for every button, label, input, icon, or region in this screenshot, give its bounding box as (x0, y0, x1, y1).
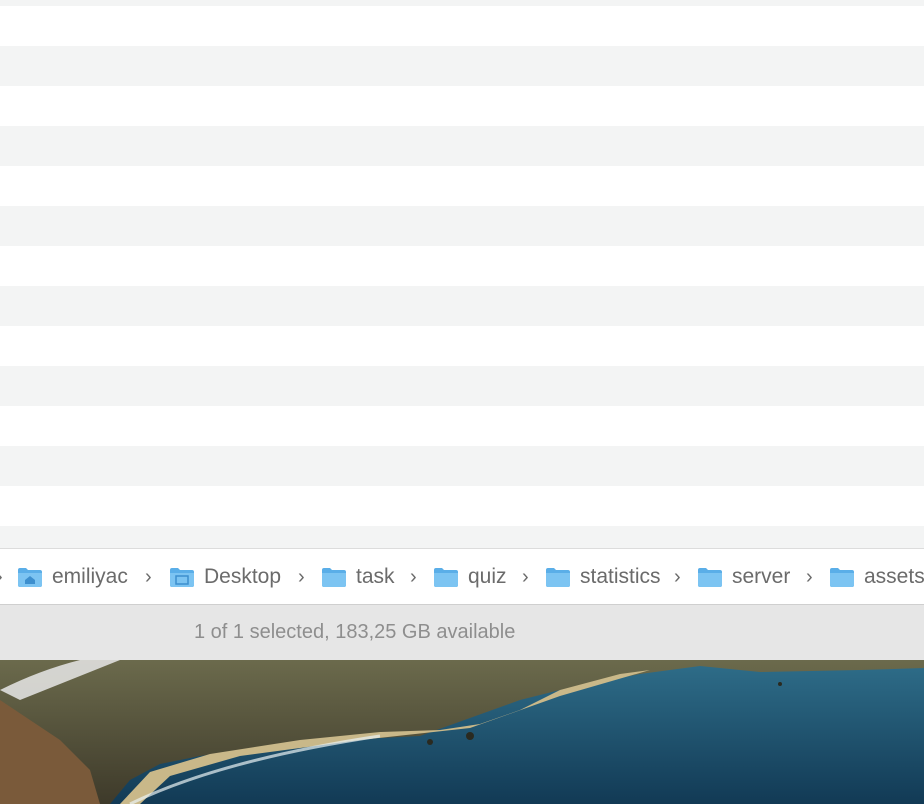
list-row[interactable] (0, 46, 924, 86)
list-row[interactable] (0, 366, 924, 406)
folder-icon (546, 568, 570, 587)
folder-icon (322, 568, 346, 587)
folder-icon (698, 568, 722, 587)
path-bar: › emiliyac › Desktop › task (0, 548, 924, 605)
path-item-label: quiz (468, 565, 507, 588)
chevron-right-icon: › (806, 566, 813, 588)
chevron-right-icon: › (410, 566, 417, 588)
list-row[interactable] (0, 6, 924, 46)
path-item-home[interactable]: emiliyac (17, 563, 128, 591)
chevron-right-icon: › (674, 566, 681, 588)
status-bar: 1 of 1 selected, 183,25 GB available (0, 604, 924, 661)
list-row[interactable] (0, 126, 924, 166)
file-list[interactable] (0, 0, 924, 548)
coastal-cliffs-wallpaper (0, 660, 924, 804)
list-row[interactable] (0, 486, 924, 526)
folder-icon (434, 568, 458, 587)
chevron-right-icon: › (522, 566, 529, 588)
path-item-label: assets (864, 565, 924, 588)
list-row[interactable] (0, 446, 924, 486)
folder-icon (830, 568, 854, 587)
path-item-task[interactable]: task (321, 563, 395, 591)
chevron-right-icon: › (145, 566, 152, 588)
path-item-quiz[interactable]: quiz (433, 563, 507, 591)
list-row[interactable] (0, 86, 924, 126)
path-item-label: server (732, 565, 791, 588)
finder-window: › emiliyac › Desktop › task (0, 0, 924, 661)
list-row[interactable] (0, 206, 924, 246)
path-item-label: task (356, 565, 395, 588)
status-text: 1 of 1 selected, 183,25 GB available (194, 621, 516, 643)
path-item-desktop[interactable]: Desktop (169, 563, 281, 591)
path-item-label: emiliyac (52, 565, 128, 588)
path-item-server[interactable]: server (697, 563, 790, 591)
list-row[interactable] (0, 246, 924, 286)
list-row[interactable] (0, 406, 924, 446)
path-item-assets[interactable]: assets (829, 563, 924, 591)
list-row[interactable] (0, 526, 924, 548)
desktop-folder-icon (170, 568, 194, 587)
home-folder-icon (18, 568, 42, 587)
path-item-statistics[interactable]: statistics (545, 563, 661, 591)
list-row[interactable] (0, 326, 924, 366)
path-item-label: Desktop (204, 565, 282, 588)
chevron-right-icon: › (0, 563, 3, 591)
list-row[interactable] (0, 166, 924, 206)
desktop-wallpaper (0, 660, 924, 804)
list-row[interactable] (0, 286, 924, 326)
path-item-label: statistics (580, 565, 661, 588)
chevron-right-icon: › (298, 566, 305, 588)
